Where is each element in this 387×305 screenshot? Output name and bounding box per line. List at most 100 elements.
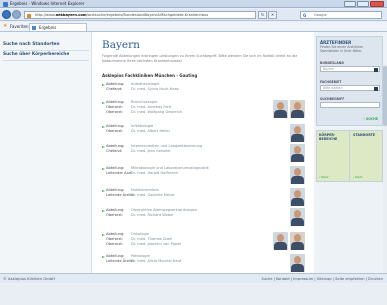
row-key: Oberarzt: (106, 242, 123, 246)
keyword-input[interactable] (320, 102, 380, 108)
department-row: Oberarzt: Dr. med. Joachim von Pawel (106, 242, 181, 247)
department-row: Leitende Ärztin:Dr. med. Gabriele Meyer (106, 193, 175, 198)
row-value[interactable]: Infektiologie (131, 124, 153, 128)
favorites-bar: ★ Favoriten Ergebnis (0, 22, 387, 32)
row-value[interactable]: Nuklearmedizin (131, 188, 159, 192)
page-viewport: Suche nach Standorten Suche über Körperb… (0, 32, 387, 305)
arrow-icon: ► (102, 232, 106, 237)
search-link[interactable]: › SUCHE (364, 117, 379, 121)
department-entry[interactable]: ► Abteilung: Obstruktive Atemwegserkrankun… (102, 208, 307, 228)
refresh-button[interactable]: ↻ (258, 11, 267, 19)
locations-more-link[interactable]: › Mehr (353, 175, 363, 179)
row-key: Oberarzt: (106, 110, 123, 114)
intro-text: Folgende Abteilungen erbringen Leistunge… (102, 54, 298, 63)
search-placeholder: Google (314, 13, 327, 17)
department-row: Leitender Arzt:Dr. med. Harald Hoffmann (106, 171, 178, 176)
row-value[interactable]: Dr. med. Andreas Fertl (131, 105, 171, 109)
state-label: BUNDESLAND (320, 61, 344, 65)
doctor-photo (290, 144, 305, 162)
search-input[interactable]: G Google (300, 11, 382, 19)
row-key: Oberarzt: (106, 213, 123, 217)
row-value[interactable]: Dr. med. Wolfgang Gesierich (131, 110, 182, 114)
row-value[interactable]: Obstruktive Atemwegserkrankungen (131, 208, 197, 212)
map-teaser: KÖRPER-BEREICHE › Mehr STANDORTE › Mehr (316, 130, 383, 182)
address-path: /arztsuche/ergebnis/BundeslandBayernAllF… (86, 13, 209, 17)
department-entry[interactable]: ► Abteilung: Bronchoskopie Oberarzt: Dr. med… (102, 100, 307, 120)
doctor-photo (273, 232, 288, 250)
arrow-icon: ► (102, 254, 106, 259)
department-entry[interactable]: ► Abteilung: Intensivmedizin und Langzeitb… (102, 144, 307, 164)
arrow-icon: ► (102, 208, 106, 213)
row-value[interactable]: Dr. med. Sylvia Huck-Haas (131, 87, 179, 91)
department-entry[interactable]: ► Abteilung: Pathologie Leitende Ärztin:Dr.… (102, 254, 307, 274)
body-areas-teaser[interactable]: KÖRPER-BEREICHE › Mehr (317, 131, 350, 181)
favorites-star-icon[interactable]: ★ (3, 23, 7, 29)
department-row: Oberarzt: Dr. med. Richard Weber (106, 213, 174, 218)
row-key: Leitender Arzt: (106, 171, 133, 175)
address-bar[interactable]: http://www.aekbayern.com/arztsuche/ergeb… (24, 11, 256, 19)
department-entry[interactable]: ► Abteilung: Mikrobiologie und Laboratoriu… (102, 166, 307, 186)
department-entry[interactable]: ► Abteilung: Anästhesiologie Chefarzt: Dr. m… (102, 82, 307, 102)
ie-icon (3, 1, 8, 7)
doctor-photo (290, 232, 305, 250)
row-value[interactable]: Pathologie (131, 254, 150, 258)
row-value[interactable]: Bronchoskopie (131, 100, 157, 104)
row-value[interactable]: Mikrobiologie und Laboratoriumsdiagnosti… (131, 166, 209, 170)
back-button[interactable] (2, 10, 11, 19)
arrow-icon: ► (102, 144, 106, 149)
specialty-select[interactable]: Bitte wählen (320, 85, 380, 91)
doctor-photo (290, 188, 305, 206)
minimize-button[interactable] (344, 1, 356, 7)
vertical-scrollbar[interactable] (383, 64, 387, 305)
close-button[interactable] (370, 1, 384, 7)
favorites-label[interactable]: Favoriten (10, 22, 29, 32)
sidebar-item-koerperbereiche[interactable]: Suche über Körperbereiche (3, 52, 89, 61)
row-value[interactable]: Dr. med. Jens Geiseler (131, 149, 171, 153)
search-engine-icon: G (303, 13, 307, 18)
row-value[interactable]: Dr. med. Thomas Duell (131, 237, 172, 241)
row-key: Chefarzt: (106, 87, 123, 91)
arrow-icon: ► (102, 188, 106, 193)
doctor-photo (290, 254, 305, 272)
browser-tab[interactable]: Ergebnis (29, 23, 87, 31)
state-select[interactable]: Bayern (320, 66, 380, 72)
department-entry[interactable]: ► Abteilung: Infektiologie Oberarzt: Dr. med… (102, 124, 307, 144)
window-title: Ergebnis - Windows Internet Explorer (10, 1, 85, 6)
department-entry[interactable]: ► Abteilung: Nuklearmedizin Leitende Ärztin… (102, 188, 307, 208)
locations-label: STANDORTE (353, 133, 376, 137)
row-value[interactable]: Dr. med. Richard Weber (131, 213, 174, 217)
stop-button[interactable]: ✕ (268, 11, 277, 19)
department-row: Chefarzt: Dr. med. Sylvia Huck-Haas (106, 87, 179, 92)
row-value[interactable]: Anästhesiologie (131, 82, 159, 86)
arrow-icon: ► (102, 100, 106, 105)
specialty-label: FACHGEBIET (320, 80, 342, 84)
page-favicon (27, 13, 31, 18)
row-value[interactable]: Onkologie (131, 232, 149, 236)
row-value[interactable]: Intensivmedizin und Langzeitbeatmung (131, 144, 202, 148)
arrow-icon: ► (102, 166, 106, 171)
department-row: Oberarzt: Dr. med. Wolfgang Gesierich (106, 110, 182, 115)
row-value[interactable]: Dr. med. Alicia Morresi-Hauf (131, 259, 181, 263)
row-key: Leitende Ärztin: (106, 259, 135, 263)
maximize-button[interactable] (357, 1, 369, 7)
keyword-label: SUCHBEGRIFF (320, 97, 345, 101)
address-domain: aekbayern.com (55, 13, 87, 17)
forward-button[interactable] (12, 10, 21, 19)
doctor-finder-panel: ÄRZTEFINDER Finden Sie einen Ärztlichen … (316, 36, 383, 126)
tab-label: Ergebnis (39, 25, 57, 30)
doctor-photo (290, 166, 305, 184)
department-row: Chefarzt: Dr. med. Jens Geiseler (106, 149, 171, 154)
body-areas-label: KÖRPER-BEREICHE (319, 133, 338, 141)
row-value[interactable]: Dr. med. Joachim von Pawel (131, 242, 181, 246)
locations-teaser[interactable]: STANDORTE › Mehr (351, 131, 384, 181)
scrollbar-thumb[interactable] (383, 66, 387, 126)
chevron-down-icon (374, 86, 378, 91)
row-value[interactable]: Dr. med. Albert Heiler (131, 129, 170, 133)
department-entry[interactable]: ► Abteilung: Onkologie Oberarzt: Dr. med. Th… (102, 232, 307, 252)
doctor-photo (273, 100, 288, 118)
body-areas-more-link[interactable]: › Mehr (319, 175, 329, 179)
department-row: Leitende Ärztin:Dr. med. Alicia Morresi-… (106, 259, 181, 264)
sidebar-item-standorten[interactable]: Suche nach Standorten (3, 42, 89, 51)
row-value[interactable]: Dr. med. Harald Hoffmann (131, 171, 178, 175)
row-value[interactable]: Dr. med. Gabriele Meyer (131, 193, 175, 197)
